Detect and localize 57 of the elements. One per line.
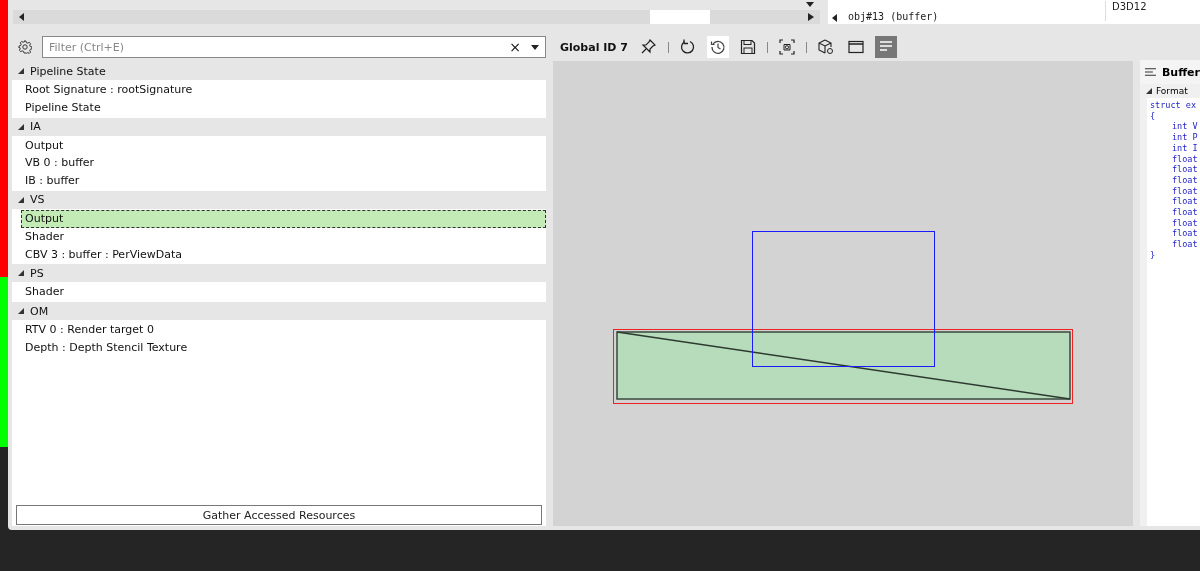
tree-group-header[interactable]: IA xyxy=(30,120,41,134)
filter-field[interactable]: Filter (Ctrl+E) × xyxy=(42,36,546,58)
scroll-right-icon xyxy=(808,13,814,21)
tree-item[interactable]: Shader xyxy=(21,283,546,302)
tree-item[interactable]: IB : buffer xyxy=(21,172,546,190)
clear-button[interactable]: × xyxy=(509,40,521,54)
history-icon xyxy=(709,39,726,55)
code-line: float xyxy=(1171,217,1197,229)
scroll-left-icon xyxy=(832,14,838,22)
scroll-left-icon xyxy=(19,13,25,21)
cube-icon xyxy=(817,39,834,55)
section-header[interactable]: Format xyxy=(1156,86,1188,96)
tree-item[interactable]: Output xyxy=(21,210,546,228)
code-line: { xyxy=(1150,110,1157,122)
code-line: struct ex xyxy=(1150,100,1197,111)
code-line: float xyxy=(1171,239,1197,250)
tree-group-header[interactable]: Pipeline State xyxy=(30,64,106,78)
window-icon xyxy=(847,39,864,55)
dropdown-arrow-icon xyxy=(531,44,539,50)
tree-item[interactable]: Depth : Depth Stencil Texture xyxy=(21,338,546,357)
code-line: float xyxy=(1171,207,1197,218)
tree-item[interactable]: obj#13 (buffer) xyxy=(848,11,939,22)
code-line: int V xyxy=(1171,121,1197,133)
scrollbar-thumb[interactable] xyxy=(649,10,710,24)
tree-item[interactable]: Shader xyxy=(21,227,546,246)
code-line: float xyxy=(1171,164,1197,175)
tree-item[interactable]: Root Signature : rootSignature xyxy=(21,81,546,99)
tree-item[interactable]: Pipeline State xyxy=(21,98,546,117)
tree-item[interactable]: VB 0 : buffer xyxy=(21,154,546,173)
code-line: float xyxy=(1171,196,1197,208)
text-view-button[interactable] xyxy=(874,36,897,58)
refresh-icon xyxy=(679,39,696,55)
code-line: float xyxy=(1171,228,1197,240)
code-line: int P xyxy=(1171,132,1197,143)
code-line: int I xyxy=(1171,142,1197,154)
panel-title: Buffer xyxy=(1162,65,1200,79)
column-text: D3D12 xyxy=(1105,1,1147,21)
horizontal-scrollbar[interactable] xyxy=(13,10,820,24)
capture-icon xyxy=(778,39,795,55)
lines-icon xyxy=(1145,67,1156,77)
history-button[interactable] xyxy=(706,36,729,58)
code-line: } xyxy=(1150,249,1157,261)
global-id-label: Global ID 7 xyxy=(560,40,628,54)
save-icon xyxy=(739,39,756,55)
tree-item[interactable]: Output xyxy=(21,136,546,155)
dropdown-arrow-icon xyxy=(806,2,814,7)
tree-item[interactable]: RTV 0 : Render target 0 xyxy=(21,321,546,339)
tree-group-header[interactable]: PS xyxy=(30,266,44,280)
settings-icon xyxy=(18,40,32,54)
gather-resources-button[interactable]: Gather Accessed Resources xyxy=(16,505,542,525)
tree-group-header[interactable]: OM xyxy=(30,304,49,318)
code-line: float xyxy=(1171,174,1197,186)
code-line: float xyxy=(1171,185,1197,197)
code-line: float xyxy=(1171,153,1197,165)
pin-icon xyxy=(640,39,657,55)
tree-group-header[interactable]: VS xyxy=(30,193,45,207)
tree-item[interactable]: CBV 3 : buffer : PerViewData xyxy=(21,245,546,264)
